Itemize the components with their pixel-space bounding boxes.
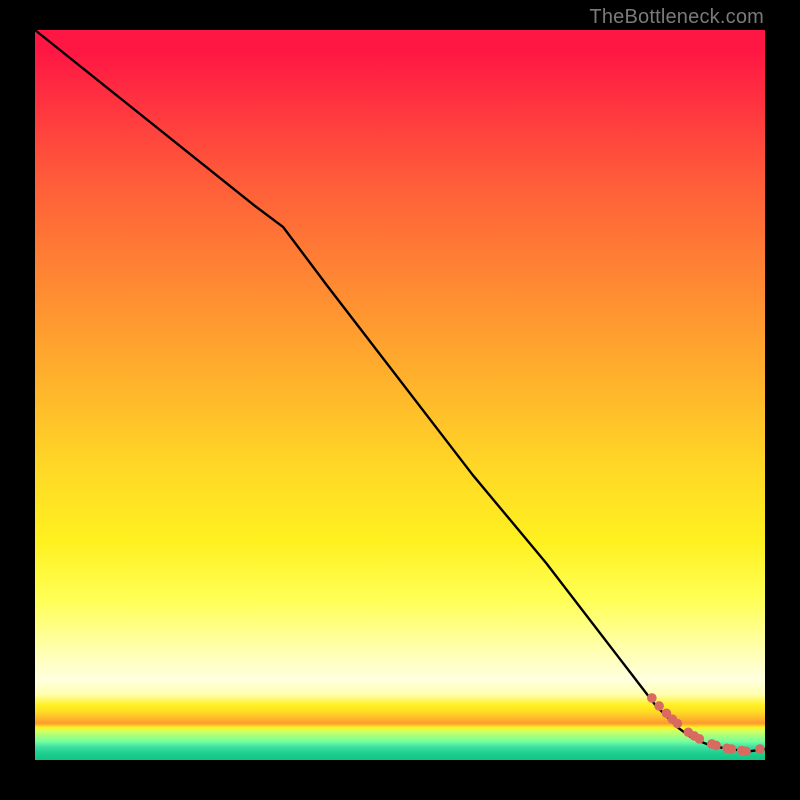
scatter-point — [711, 741, 721, 751]
scatter-point — [654, 701, 664, 711]
watermark-label: TheBottleneck.com — [589, 6, 764, 29]
scatter-point — [727, 744, 737, 754]
scatter-point — [673, 719, 683, 729]
bottleneck-curve — [35, 30, 765, 751]
chart-overlay — [35, 30, 765, 760]
scatter-point — [755, 744, 765, 754]
scatter-point — [647, 693, 657, 703]
scatter-point — [695, 734, 705, 744]
scatter-points — [647, 693, 765, 756]
scatter-point — [741, 746, 751, 756]
